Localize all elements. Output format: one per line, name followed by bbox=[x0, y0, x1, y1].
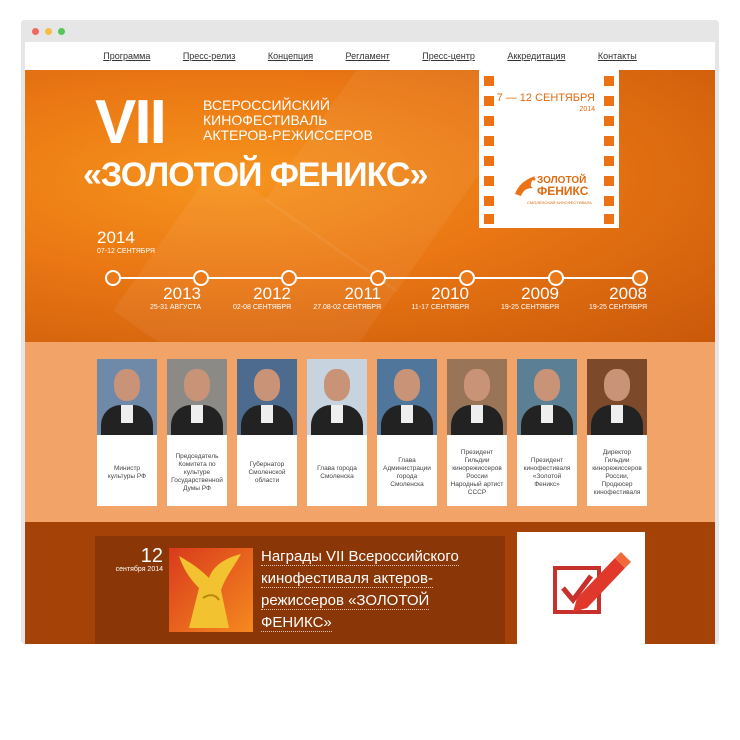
browser-window: Программа Пресс-релиз Концепция Регламен… bbox=[21, 20, 719, 644]
festival-name: «ЗОЛОТОЙ ФЕНИКС» bbox=[83, 156, 428, 194]
poster-date-range: 7 — 12 СЕНТЯБРЯ bbox=[496, 92, 595, 104]
minimize-window-button[interactable] bbox=[45, 28, 52, 35]
window-titlebar bbox=[21, 20, 719, 42]
timeline-year-2011[interactable]: 2011 27.08-02 СЕНТЯБРЯ bbox=[301, 284, 381, 312]
maximize-window-button[interactable] bbox=[58, 28, 65, 35]
timeline-dates: 25-31 АВГУСТА bbox=[150, 304, 201, 311]
timeline-year: 2008 bbox=[609, 284, 647, 303]
poster-dates: 7 — 12 СЕНТЯБРЯ 2014 bbox=[497, 92, 595, 116]
timeline-dates: 02-08 СЕНТЯБРЯ bbox=[233, 304, 291, 311]
close-window-button[interactable] bbox=[32, 28, 39, 35]
timeline-year: 2009 bbox=[521, 284, 559, 303]
official-caption: Президент кинофестиваля «Золотой Феникс» bbox=[523, 456, 571, 488]
official-caption: Директор Гильдии кинорежиссеров России, … bbox=[592, 448, 642, 496]
official-photo bbox=[447, 359, 507, 435]
festival-poster[interactable]: 7 — 12 СЕНТЯБРЯ 2014 ЗОЛОТОЙ ФЕНИКС СМОЛ… bbox=[479, 70, 619, 228]
main-nav: Программа Пресс-релиз Концепция Регламен… bbox=[25, 42, 715, 70]
festival-subtitle: ВСЕРОССИЙСКИЙ КИНОФЕСТИВАЛЬ АКТЕРОВ-РЕЖИ… bbox=[203, 98, 373, 143]
timeline-year-2009[interactable]: 2009 19-25 СЕНТЯБРЯ bbox=[495, 284, 559, 312]
official-card[interactable]: Губернатор Смоленской области bbox=[237, 359, 297, 506]
official-card[interactable]: Министр культуры РФ bbox=[97, 359, 157, 506]
edition-number: VII bbox=[95, 88, 167, 157]
news-day: 12 bbox=[140, 545, 163, 567]
nav-link-press-center[interactable]: Пресс-центр bbox=[422, 51, 475, 61]
official-photo bbox=[167, 359, 227, 435]
official-card[interactable]: Глава города Смоленска bbox=[307, 359, 367, 506]
timeline-year: 2012 bbox=[253, 284, 291, 303]
timeline-year: 2013 bbox=[163, 284, 201, 303]
current-dates: 07-12 СЕНТЯБРЯ bbox=[97, 248, 155, 255]
nav-link-contacts[interactable]: Контакты bbox=[598, 51, 637, 61]
official-card[interactable]: Президент кинофестиваля «Золотой Феникс» bbox=[517, 359, 577, 506]
festival-logo: ЗОЛОТОЙ ФЕНИКС СМОЛЕНСКИЙ КИНОФЕСТИВАЛЬ bbox=[511, 174, 611, 210]
official-card[interactable]: Президент Гильдии кинорежиссеров России … bbox=[447, 359, 507, 506]
subtitle-line: КИНОФЕСТИВАЛЬ bbox=[203, 112, 328, 128]
timeline-dates: 27.08-02 СЕНТЯБРЯ bbox=[313, 304, 381, 311]
officials-section: Министр культуры РФ Председатель Комитет… bbox=[25, 342, 715, 522]
timeline-dates: 19-25 СЕНТЯБРЯ bbox=[501, 304, 559, 311]
current-year: 2014 bbox=[97, 228, 135, 247]
current-edition: 2014 07-12 СЕНТЯБРЯ bbox=[97, 228, 155, 255]
timeline-year-2010[interactable]: 2010 11-17 СЕНТЯБРЯ bbox=[405, 284, 469, 312]
official-photo bbox=[237, 359, 297, 435]
hero-banner: VII ВСЕРОССИЙСКИЙ КИНОФЕСТИВАЛЬ АКТЕРОВ-… bbox=[25, 70, 715, 342]
logo-title-line: ФЕНИКС bbox=[537, 184, 589, 198]
phoenix-statuette-icon bbox=[179, 554, 241, 628]
timeline-node-2014[interactable] bbox=[105, 270, 121, 286]
official-card[interactable]: Председатель Комитета по культуре Госуда… bbox=[167, 359, 227, 506]
nav-link-press-release[interactable]: Пресс-релиз bbox=[183, 51, 236, 61]
official-photo bbox=[97, 359, 157, 435]
timeline-year-2008[interactable]: 2008 19-25 СЕНТЯБРЯ bbox=[583, 284, 647, 312]
news-thumbnail[interactable] bbox=[169, 548, 253, 632]
nav-link-concept[interactable]: Концепция bbox=[268, 51, 313, 61]
news-item[interactable]: 12 сентября 2014 Награды VII Всероссийск… bbox=[95, 536, 505, 644]
news-date: 12 сентября 2014 bbox=[101, 546, 163, 573]
news-title-text[interactable]: Награды VII Всероссийского кинофестиваля… bbox=[261, 548, 459, 632]
nav-link-regulations[interactable]: Регламент bbox=[346, 51, 390, 61]
official-caption: Глава Администрации города Смоленска bbox=[383, 456, 431, 488]
timeline-year: 2011 bbox=[344, 284, 381, 303]
official-card[interactable]: Директор Гильдии кинорежиссеров России, … bbox=[587, 359, 647, 506]
nav-link-accreditation[interactable]: Аккредитация bbox=[507, 51, 565, 61]
official-caption: Президент Гильдии кинорежиссеров России … bbox=[450, 448, 504, 496]
news-section: 12 сентября 2014 Награды VII Всероссийск… bbox=[25, 522, 715, 644]
official-caption: Министр культуры РФ bbox=[107, 464, 147, 480]
vote-banner[interactable] bbox=[517, 532, 645, 644]
nav-link-program[interactable]: Программа bbox=[103, 51, 150, 61]
official-caption: Председатель Комитета по культуре Госуда… bbox=[171, 452, 223, 492]
checkbox-pencil-icon bbox=[553, 552, 631, 614]
timeline-dates: 11-17 СЕНТЯБРЯ bbox=[411, 304, 469, 311]
phoenix-icon bbox=[515, 176, 536, 196]
timeline-year-2013[interactable]: 2013 25-31 АВГУСТА bbox=[149, 284, 201, 312]
official-photo bbox=[517, 359, 577, 435]
news-month: сентября 2014 bbox=[115, 566, 163, 573]
subtitle-line: ВСЕРОССИЙСКИЙ bbox=[203, 97, 330, 113]
official-photo bbox=[377, 359, 437, 435]
logo-subtitle: СМОЛЕНСКИЙ КИНОФЕСТИВАЛЬ bbox=[527, 200, 593, 205]
timeline-year: 2010 bbox=[431, 284, 469, 303]
timeline-dates: 19-25 СЕНТЯБРЯ bbox=[589, 304, 647, 311]
subtitle-line: АКТЕРОВ-РЕЖИССЕРОВ bbox=[203, 127, 373, 143]
official-card[interactable]: Глава Администрации города Смоленска bbox=[377, 359, 437, 506]
official-photo bbox=[587, 359, 647, 435]
official-caption: Глава города Смоленска bbox=[317, 464, 357, 480]
official-caption: Губернатор Смоленской области bbox=[248, 460, 286, 484]
logo-title: ЗОЛОТОЙ ФЕНИКС bbox=[537, 176, 589, 198]
news-title[interactable]: Награды VII Всероссийского кинофестиваля… bbox=[261, 546, 471, 634]
poster-year: 2014 bbox=[579, 106, 595, 113]
official-photo bbox=[307, 359, 367, 435]
web-page: Программа Пресс-релиз Концепция Регламен… bbox=[25, 42, 715, 644]
timeline-year-2012[interactable]: 2012 02-08 СЕНТЯБРЯ bbox=[225, 284, 291, 312]
